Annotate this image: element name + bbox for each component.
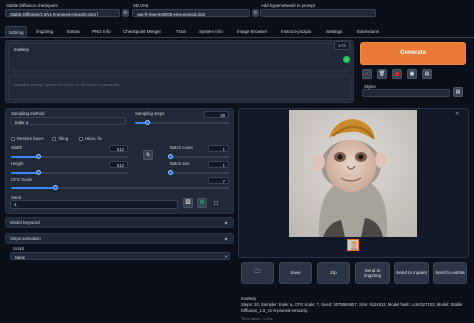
sampling-steps-thumb[interactable] — [145, 120, 150, 125]
send-to-img2img-button[interactable]: Send to img2img — [355, 262, 390, 284]
tab-extras[interactable]: Extras — [67, 26, 80, 37]
batch-count-input[interactable]: 1 — [208, 145, 229, 152]
output-params-text: Steps: 20, Sampler: Euler a, CFG scale: … — [241, 302, 463, 313]
tab-img2img[interactable]: img2img — [36, 26, 53, 37]
negative-prompt-placeholder: Negative prompt (press Ctrl+Enter or Alt… — [14, 82, 120, 87]
width-input[interactable]: 512 — [109, 145, 128, 152]
checkpoint-label: Stable Diffusion checkpoint — [6, 3, 58, 8]
steps-animation-chevron-icon: ◀ — [224, 236, 228, 241]
tab-checkpoint-merger[interactable]: Checkpoint Merger — [123, 26, 161, 37]
tiling-checkbox[interactable] — [52, 137, 56, 141]
tab-txt2img[interactable]: txt2img — [5, 26, 27, 37]
model-keyword-label: Model Keyword — [10, 220, 40, 225]
vae-label: SD VAE — [133, 3, 149, 8]
cfg-scale-input[interactable]: 7 — [208, 177, 229, 184]
open-folder-button[interactable]: 🗀 — [241, 262, 274, 284]
generated-monkey-image[interactable] — [289, 110, 417, 237]
output-thumbnail[interactable] — [347, 239, 359, 251]
recycle-icon[interactable]: ♻ — [197, 198, 207, 208]
apply-style-icon[interactable]: ▤ — [453, 87, 463, 97]
script-dropdown-icon: ▼ — [224, 254, 228, 259]
tab-image-browser[interactable]: Image Browser — [237, 26, 267, 37]
save-button[interactable]: Save — [279, 262, 312, 284]
hires-fix-label: Hires. fix — [85, 136, 102, 141]
batch-size-slider[interactable] — [168, 170, 229, 175]
height-slider[interactable] — [11, 170, 128, 175]
swap-dimensions-icon[interactable]: ⇅ — [143, 150, 153, 160]
seed-input[interactable] — [10, 200, 178, 209]
save-icon[interactable]: ▣ — [407, 69, 417, 79]
tab-train[interactable]: Train — [176, 26, 186, 37]
prompt-input[interactable] — [8, 43, 351, 71]
restore-faces-label: Restore faces — [17, 136, 44, 141]
seed-value: -1 — [13, 202, 17, 207]
token-ok-icon: ✓ — [343, 56, 350, 63]
trash-icon[interactable]: 🗑 — [377, 69, 387, 79]
prompt-text: monkey — [14, 47, 30, 52]
negative-prompt-input[interactable] — [8, 75, 351, 100]
arrow-icon[interactable]: ↙ — [362, 69, 372, 79]
styles-select[interactable] — [362, 89, 450, 97]
batch-size-label: Batch size — [170, 161, 190, 166]
batch-count-slider[interactable] — [168, 154, 229, 159]
cfg-scale-label: CFG Scale — [11, 177, 33, 182]
red-square-icon[interactable] — [392, 69, 402, 79]
model-keyword-chevron-icon: ◀ — [224, 220, 228, 225]
generate-button[interactable]: Generate — [360, 42, 466, 65]
width-label: Width — [11, 145, 22, 150]
refresh-vae-icon[interactable]: ↻ — [252, 9, 259, 17]
dice-icon[interactable]: ⚄ — [183, 198, 193, 208]
batch-count-label: Batch count — [170, 145, 193, 150]
clipboard-icon[interactable]: ▤ — [422, 69, 432, 79]
height-label: Height — [11, 161, 24, 166]
vae-select[interactable]: vae-ft-mse-840000-ema-pruned.ckpt — [132, 9, 250, 17]
cfg-scale-slider[interactable] — [11, 185, 229, 190]
refresh-checkpoint-icon[interactable]: ↻ — [122, 9, 129, 17]
steps-animation-label: Steps animation — [10, 236, 41, 241]
hypernet-select[interactable] — [260, 9, 376, 17]
batch-count-thumb[interactable] — [168, 154, 173, 159]
checkpoint-select[interactable]: Stable Diffusion/1.5/v1-5-pruned-emaonly… — [5, 9, 120, 17]
tab-settings[interactable]: Settings — [326, 26, 342, 37]
tab-png-info[interactable]: PNG Info — [92, 26, 111, 37]
width-thumb[interactable] — [36, 154, 41, 159]
hypernet-label: Add hypernetwork to prompt — [261, 3, 315, 8]
batch-size-input[interactable]: 1 — [208, 161, 229, 168]
send-to-inpaint-button[interactable]: Send to inpaint — [394, 262, 429, 284]
hires-fix-checkbox[interactable] — [79, 137, 83, 141]
batch-size-thumb[interactable] — [168, 170, 173, 175]
restore-faces-checkbox[interactable] — [11, 137, 15, 141]
sampling-steps-slider[interactable] — [135, 120, 229, 125]
sampling-steps-input[interactable]: 20 — [204, 111, 229, 118]
script-label: Script — [13, 246, 24, 251]
tab-instruct-pix2pix[interactable]: Instruct-pix2pix — [281, 26, 311, 37]
sampling-method-label: Sampling method — [11, 111, 45, 116]
height-thumb[interactable] — [36, 170, 41, 175]
cfg-scale-thumb[interactable] — [53, 185, 58, 190]
tab-bar — [0, 37, 474, 38]
extra-seed-checkbox[interactable] — [214, 201, 218, 205]
sampling-method-select[interactable]: Euler a — [10, 117, 126, 125]
tiling-label: Tiling — [58, 136, 69, 141]
send-to-extras-button[interactable]: Send to extras — [433, 262, 467, 284]
tab-extensions[interactable]: Extensions — [357, 26, 379, 37]
output-time-text: Time taken: 1.20s — [241, 316, 273, 321]
width-slider[interactable] — [11, 154, 128, 159]
sampling-steps-label: Sampling steps — [135, 111, 165, 116]
tab-system-info[interactable]: System Info — [199, 26, 223, 37]
script-select[interactable]: None — [10, 252, 230, 260]
token-counter: 1/75 — [334, 41, 350, 50]
height-input[interactable]: 512 — [109, 161, 128, 168]
zip-button[interactable]: Zip — [317, 262, 350, 284]
output-image-close-icon[interactable]: ✕ — [455, 111, 459, 117]
output-prompt-text: monkey — [241, 296, 257, 301]
